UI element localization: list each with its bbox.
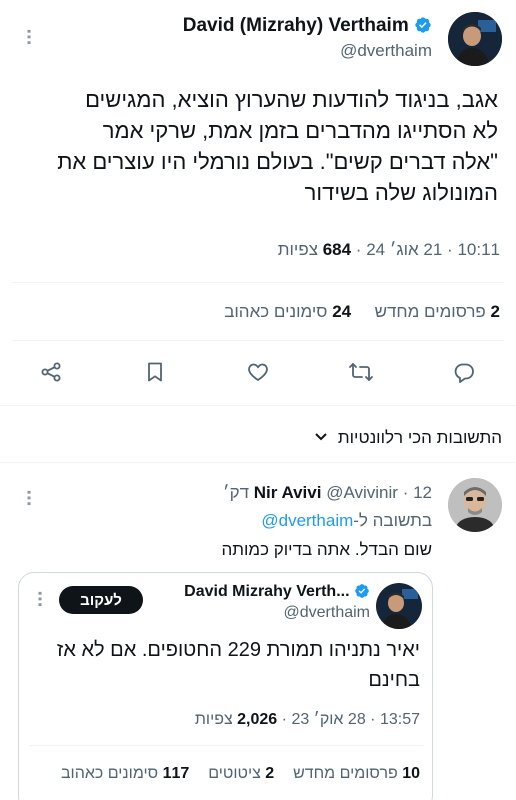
- quoted-likes-stat[interactable]: 117 סימונים כאהוב: [61, 765, 189, 782]
- reply-header: Nir Avivi @Avivinir · 12 דק׳: [223, 483, 432, 502]
- quoted-text-line: בחינם: [368, 669, 420, 691]
- tweet-date[interactable]: 21 אוג׳ 24: [366, 240, 442, 259]
- quoted-likes-label: סימונים כאהוב: [60, 765, 159, 782]
- reply-text: שום הבדל. אתה בדיוק כמותה: [221, 540, 432, 559]
- quoted-author: David Mizrahy Verth... @dverthaim: [184, 583, 370, 622]
- tweet-time[interactable]: 10:11: [457, 240, 500, 259]
- tweet-author[interactable]: David (Mizrahy) Verthaim @dverthaim: [183, 15, 432, 61]
- verified-badge-icon: [354, 583, 370, 599]
- like-icon[interactable]: [243, 357, 273, 387]
- likes-stat[interactable]: 24 סימונים כאהוב: [224, 302, 351, 321]
- views-count: 684: [322, 240, 352, 259]
- reply-more-options-icon[interactable]: ···: [17, 488, 39, 508]
- quoted-tweet-card[interactable]: ··· לעקוב David Mizrahy Verth... @dverth…: [18, 572, 433, 800]
- follow-button[interactable]: לעקוב: [59, 586, 143, 614]
- views-label: צפיות: [277, 240, 318, 259]
- reply-icon[interactable]: [449, 357, 479, 387]
- tweet-text-line: "אלה דברים קשים". בעולם נורמלי היו עוצרי…: [57, 149, 498, 174]
- divider: [0, 405, 516, 406]
- tweet-text-line: אגב, בניגוד להודעות שהערוץ הוציא, המגישי…: [85, 87, 498, 112]
- reposts-count: 2: [490, 302, 500, 321]
- divider: [29, 745, 424, 746]
- retweet-icon[interactable]: [346, 357, 376, 387]
- quoted-quotes-count: 2: [265, 765, 275, 782]
- quoted-quotes-label: ציטוטים: [208, 765, 261, 782]
- divider: [0, 462, 516, 463]
- divider: [12, 282, 504, 283]
- quoted-reposts-stat[interactable]: 10 פרסומים מחדש: [289, 765, 420, 782]
- bookmark-icon[interactable]: [140, 357, 170, 387]
- quoted-stats: 10 פרסומים מחדש 2 ציטוטים 117 סימונים כא…: [61, 765, 420, 783]
- replies-sort-dropdown[interactable]: התשובות הכי רלוונטיות: [313, 428, 502, 449]
- tweet-text: אגב, בניגוד להודעות שהערוץ הוציא, המגישי…: [8, 84, 498, 208]
- follow-button-label: לעקוב: [80, 591, 122, 609]
- tweet-meta: 10:11 · 21 אוג׳ 24 · 684 צפיות: [277, 240, 500, 259]
- quoted-time[interactable]: 13:57: [380, 711, 420, 728]
- quoted-likes-count: 117: [162, 765, 190, 782]
- quoted-date[interactable]: 28 אוק׳ 23: [291, 711, 365, 728]
- verified-badge-icon: [414, 16, 432, 34]
- tweet-text-line: לא הסתייגו מהדברים בזמן אמת, שרקי אמר: [102, 118, 498, 143]
- quoted-quotes-stat[interactable]: 2 ציטוטים: [204, 765, 274, 782]
- in-reply-handle[interactable]: @dverthaim: [261, 511, 353, 530]
- quoted-meta: 13:57 · 28 אוק׳ 23 · 2,026 צפיות: [194, 711, 420, 728]
- reposts-stat[interactable]: 2 פרסומים מחדש: [370, 302, 500, 321]
- replies-sort-label: התשובות הכי רלוונטיות: [337, 428, 502, 447]
- reply-author-handle[interactable]: @Avivinir: [326, 483, 398, 502]
- share-icon[interactable]: [36, 357, 66, 387]
- quoted-avatar[interactable]: [376, 583, 422, 629]
- quoted-author-handle[interactable]: @dverthaim: [184, 604, 371, 622]
- author-name[interactable]: David (Mizrahy) Verthaim: [183, 15, 409, 36]
- avatar[interactable]: [448, 12, 502, 66]
- likes-count: 24: [332, 302, 352, 321]
- tweet-stats: 2 פרסומים מחדש 24 סימונים כאהוב: [224, 302, 500, 322]
- reply-avatar[interactable]: [448, 478, 502, 532]
- quoted-text: יאיר נתניהו תמורת 229 החטופים. אם לא אז …: [25, 635, 420, 695]
- quoted-views-count: 2,026: [237, 711, 278, 728]
- divider: [12, 340, 504, 341]
- chevron-down-icon: [313, 428, 329, 449]
- reply-author-name[interactable]: Nir Avivi: [254, 483, 322, 502]
- quoted-reposts-count: 10: [402, 765, 420, 782]
- quoted-more-options-icon[interactable]: ···: [28, 589, 50, 609]
- more-options-icon[interactable]: ···: [17, 27, 39, 47]
- author-handle[interactable]: @dverthaim: [183, 41, 432, 61]
- quoted-reposts-label: פרסומים מחדש: [293, 765, 398, 782]
- reposts-label: פרסומים מחדש: [374, 302, 486, 321]
- tweet-text-line: המונולוג שלה בשידור: [304, 180, 498, 205]
- likes-label: סימונים כאהוב: [224, 302, 328, 321]
- quoted-text-line: יאיר נתניהו תמורת 229 החטופים. אם לא אז: [56, 639, 420, 661]
- reply-in-reply-to: בתשובה ל-@dverthaim: [261, 511, 432, 531]
- quoted-views-label: צפיות: [194, 711, 233, 728]
- in-reply-prefix: בתשובה ל-: [353, 511, 432, 530]
- quoted-author-name[interactable]: David Mizrahy Verth...: [184, 583, 349, 600]
